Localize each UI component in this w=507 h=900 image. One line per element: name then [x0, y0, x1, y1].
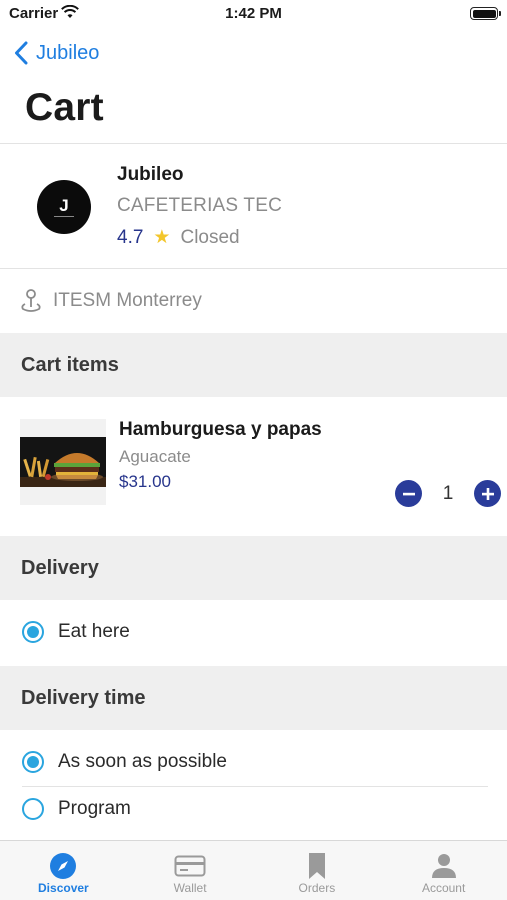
bookmark-icon — [307, 851, 327, 881]
radio-checked-icon — [22, 751, 44, 773]
section-header-cart-items: Cart items — [0, 333, 507, 397]
plus-icon — [481, 487, 494, 500]
tab-wallet[interactable]: Wallet — [127, 841, 254, 900]
item-variant: Aguacate — [119, 447, 191, 466]
store-name: Jubileo — [117, 164, 184, 185]
radio-unchecked-icon — [22, 798, 44, 820]
tab-orders[interactable]: Orders — [254, 841, 381, 900]
item-image — [20, 419, 106, 505]
item-name: Hamburguesa y papas — [119, 419, 322, 440]
delivery-time-option-program[interactable]: Program — [22, 798, 131, 820]
section-header-delivery-time: Delivery time — [0, 666, 507, 730]
delivery-time-option-label: As soon as possible — [58, 751, 227, 772]
tab-label: Wallet — [173, 881, 207, 895]
tab-discover[interactable]: Discover — [0, 841, 127, 900]
tab-label: Discover — [38, 881, 89, 895]
divider — [0, 268, 507, 269]
section-header-delivery: Delivery — [0, 536, 507, 600]
compass-icon — [49, 851, 77, 881]
tab-label: Account — [421, 881, 466, 895]
chevron-left-icon — [15, 41, 28, 65]
minus-icon — [402, 492, 415, 495]
item-price: $31.00 — [119, 472, 171, 491]
store-category: CAFETERIAS TEC — [117, 195, 283, 216]
status-time: 1:42 PM — [225, 5, 282, 22]
delivery-time-option-asap[interactable]: As soon as possible — [22, 751, 227, 773]
star-icon: ★ — [153, 227, 171, 248]
battery-icon — [470, 7, 501, 20]
radio-checked-icon — [22, 621, 44, 643]
delivery-time-option-label: Program — [58, 798, 131, 819]
location-row[interactable]: ITESM Monterrey — [20, 288, 202, 314]
quantity-stepper: 1 — [395, 480, 501, 507]
delivery-option-label: Eat here — [58, 621, 130, 642]
store-rating-row: 4.7 ★ Closed — [117, 226, 240, 249]
tab-bar: Discover Wallet Orders Account — [0, 840, 507, 900]
tab-label: Orders — [298, 881, 336, 895]
delivery-option-eat-here[interactable]: Eat here — [22, 621, 130, 643]
increase-quantity-button[interactable] — [474, 480, 501, 507]
divider — [22, 786, 488, 787]
location-text: ITESM Monterrey — [53, 290, 202, 311]
store-logo-letter: J — [59, 196, 69, 215]
back-button[interactable]: Jubileo — [14, 38, 99, 68]
store-status: Closed — [180, 226, 240, 248]
tab-account[interactable]: Account — [380, 841, 507, 900]
card-icon — [174, 851, 206, 881]
back-label: Jubileo — [36, 41, 100, 64]
item-quantity: 1 — [442, 482, 454, 504]
page-title: Cart — [25, 86, 104, 129]
divider — [0, 143, 507, 144]
store-logo: J — [37, 180, 91, 234]
status-bar: Carrier 1:42 PM — [0, 0, 507, 28]
person-icon — [431, 851, 457, 881]
decrease-quantity-button[interactable] — [395, 480, 422, 507]
map-pin-icon — [21, 289, 41, 312]
store-rating: 4.7 — [117, 226, 144, 248]
